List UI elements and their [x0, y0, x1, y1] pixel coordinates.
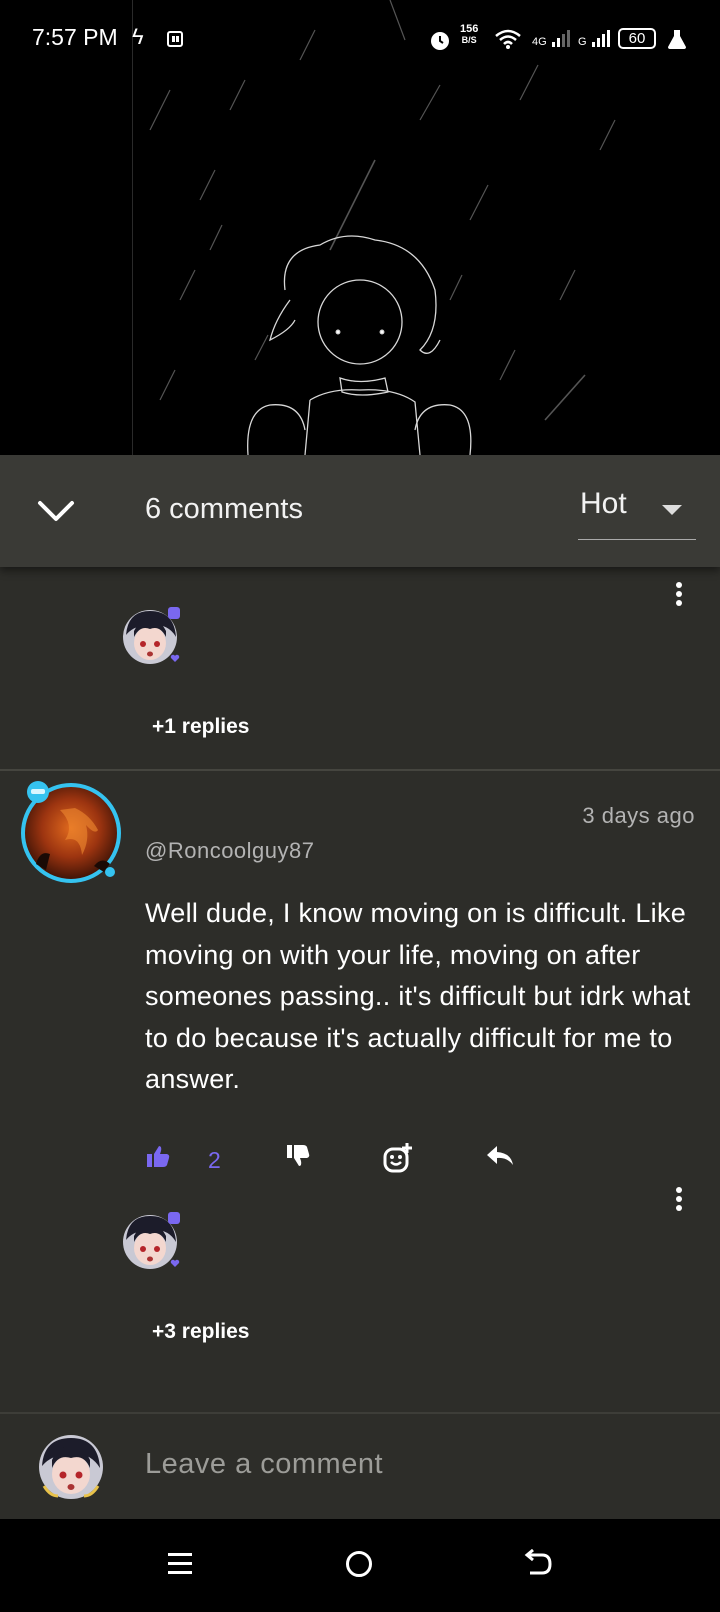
- lab-flask-icon: [666, 28, 688, 55]
- more-options-icon[interactable]: [674, 1187, 684, 1217]
- wifi-icon: [494, 28, 522, 55]
- comment-username[interactable]: @Roncoolguy87: [145, 838, 315, 864]
- network-speed: 156 B/S: [460, 24, 478, 46]
- system-navigation-bar: [0, 1519, 720, 1612]
- thumbs-up-icon[interactable]: [145, 1143, 171, 1173]
- sim-icon: [166, 30, 184, 53]
- signal-g-icon: G: [578, 28, 612, 48]
- comment-separator: [0, 769, 720, 771]
- comment-count: 6 comments: [145, 493, 303, 525]
- replier-avatar[interactable]: [122, 607, 180, 665]
- like-count: 2: [208, 1147, 221, 1173]
- speed-value: 156: [460, 23, 479, 35]
- comment-input[interactable]: Leave a comment: [145, 1448, 383, 1481]
- add-reaction-icon[interactable]: [383, 1143, 413, 1177]
- view-replies-link[interactable]: +1 replies: [152, 715, 249, 739]
- net2-label: G: [578, 36, 587, 48]
- comment-actions: 2: [145, 1143, 565, 1183]
- alarm-icon: [428, 28, 452, 57]
- comment-actions: 3: [145, 567, 565, 577]
- chevron-down-icon[interactable]: [36, 495, 76, 527]
- more-options-icon[interactable]: [674, 582, 684, 612]
- reply-icon[interactable]: [485, 1143, 515, 1173]
- thumbs-down-icon[interactable]: [285, 1143, 311, 1173]
- comment-composer: Leave a comment: [0, 1412, 720, 1521]
- current-user-avatar: [38, 1434, 104, 1500]
- battery-indicator: 60: [618, 28, 656, 49]
- signal-4g-icon: 4G: [532, 28, 572, 48]
- view-replies-link[interactable]: +3 replies: [152, 1320, 249, 1344]
- add-reaction-icon[interactable]: [383, 567, 413, 571]
- status-time: 7:57 PM: [32, 24, 118, 50]
- home-circle-icon[interactable]: [344, 1549, 374, 1583]
- net1-label: 4G: [532, 36, 547, 48]
- comments-header: 6 comments Hot: [0, 455, 720, 567]
- comments-list[interactable]: 3 +1 replies: [0, 567, 720, 1412]
- sort-dropdown[interactable]: Hot: [578, 483, 696, 540]
- flash-icon: ϟ: [132, 24, 144, 49]
- back-icon[interactable]: [524, 1548, 554, 1583]
- like-count: 3: [208, 567, 221, 568]
- menu-icon[interactable]: [165, 1549, 195, 1583]
- speed-unit: B/S: [461, 35, 477, 45]
- commenter-avatar[interactable]: [20, 780, 122, 883]
- dropdown-caret-icon: [662, 505, 682, 515]
- comment-timestamp: 3 days ago: [582, 803, 695, 828]
- comment-body: Well dude, I know moving on is difficult…: [145, 898, 691, 1094]
- status-bar: 7:57 PM ϟ 156 B/S 4G G 60: [0, 0, 720, 80]
- replier-avatar[interactable]: [122, 1212, 180, 1270]
- sort-selected-value: Hot: [580, 487, 627, 520]
